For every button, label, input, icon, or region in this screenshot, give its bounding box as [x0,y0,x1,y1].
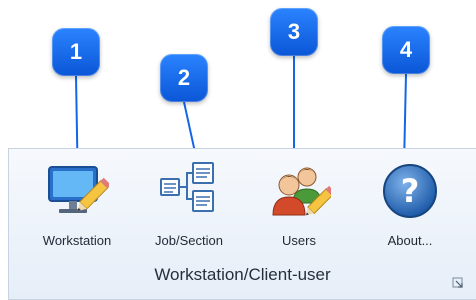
users-label: Users [282,233,316,248]
question-icon: ? [383,164,437,218]
callout-marker-2: 2 [160,54,208,102]
workstation-label: Workstation [42,233,112,248]
job-section-button[interactable]: Job/Section [139,159,239,259]
ribbon-group-label: Workstation/Client-user [154,265,331,284]
callout-marker-1: 1 [52,28,100,76]
job-section-label: Job/Section [155,233,223,248]
dialog-launcher-icon[interactable] [452,277,464,289]
monitor-pencil-icon [48,166,109,213]
svg-text:?: ? [401,172,420,210]
about-button[interactable]: ? About... [365,159,455,259]
users-button[interactable]: Users [257,159,341,259]
tree-sections-icon [160,162,214,212]
workstation-button[interactable]: Workstation [23,159,131,259]
callout-marker-4: 4 [382,26,430,74]
ribbon-buttons-row: Workstation Job/Section Users ? About... [9,149,476,261]
callout-marker-3: 3 [270,8,318,56]
about-label: About... [387,233,433,248]
users-pencil-icon [272,167,331,216]
ribbon-group-workstation-client-user: Workstation Job/Section Users ? About...… [8,148,476,300]
